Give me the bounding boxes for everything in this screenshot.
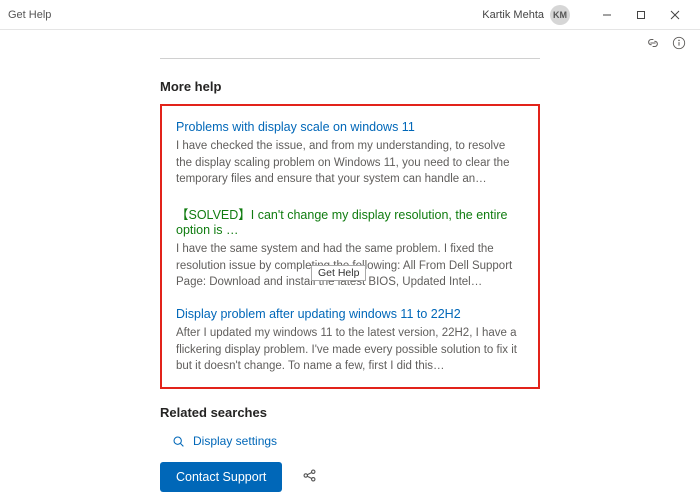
related-heading: Related searches: [160, 405, 540, 420]
minimize-icon: [602, 10, 612, 20]
result-title[interactable]: Problems with display scale on windows 1…: [176, 120, 524, 134]
related-label: Display settings: [193, 434, 277, 448]
divider: [160, 58, 540, 59]
maximize-button[interactable]: [624, 4, 658, 26]
highlighted-results: Problems with display scale on windows 1…: [160, 104, 540, 389]
tooltip: Get Help: [311, 265, 366, 281]
app-title: Get Help: [8, 9, 51, 21]
toolbar: [0, 30, 700, 58]
maximize-icon: [636, 10, 646, 20]
avatar[interactable]: KM: [550, 5, 570, 25]
result-snippet: I have checked the issue, and from my un…: [176, 138, 524, 188]
result-title[interactable]: Display problem after updating windows 1…: [176, 307, 524, 321]
close-icon: [670, 10, 680, 20]
related-searches-list: Display settings Display brightness Disp…: [160, 430, 540, 458]
contact-support-button[interactable]: Contact Support: [160, 462, 282, 492]
footer: Contact Support: [160, 462, 317, 492]
link-icon[interactable]: [646, 36, 660, 53]
more-help-heading: More help: [160, 79, 540, 94]
result-item[interactable]: Display problem after updating windows 1…: [176, 307, 524, 375]
user-name: Kartik Mehta: [482, 9, 544, 21]
result-snippet: After I updated my windows 11 to the lat…: [176, 325, 524, 375]
result-title[interactable]: 【SOLVED】I can't change my display resolu…: [176, 204, 524, 237]
search-icon: [172, 435, 185, 448]
close-button[interactable]: [658, 4, 692, 26]
related-item[interactable]: Display settings: [172, 430, 540, 452]
minimize-button[interactable]: [590, 4, 624, 26]
info-icon[interactable]: [672, 36, 686, 53]
window-controls: [590, 4, 692, 26]
share-icon[interactable]: [302, 468, 317, 486]
result-item[interactable]: Problems with display scale on windows 1…: [176, 120, 524, 188]
main-content: More help Problems with display scale on…: [160, 58, 540, 458]
titlebar: Get Help Kartik Mehta KM: [0, 0, 700, 30]
